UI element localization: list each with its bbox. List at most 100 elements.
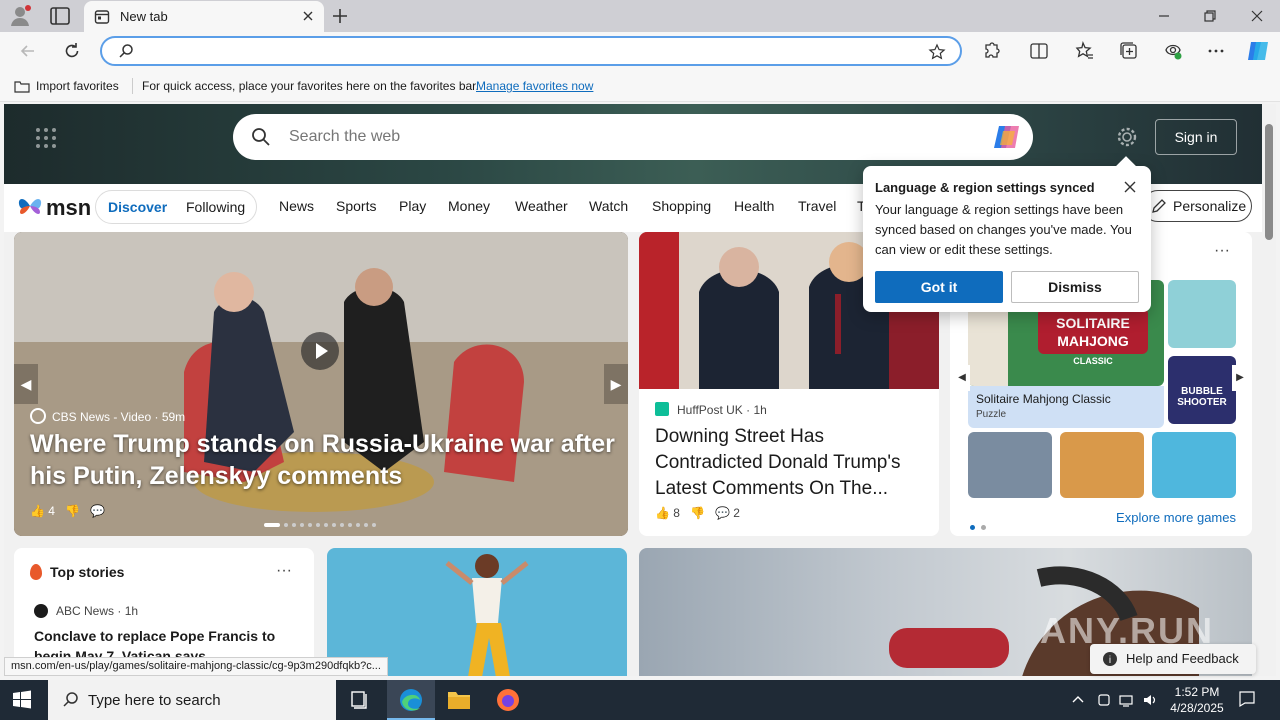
game-tile-wood[interactable] bbox=[1060, 432, 1144, 498]
restore-icon[interactable] bbox=[1200, 6, 1220, 26]
help-feedback-button[interactable]: i Help and Feedback bbox=[1090, 644, 1256, 674]
nav-sports[interactable]: Sports bbox=[336, 198, 376, 214]
copilot-icon[interactable] bbox=[991, 123, 1021, 151]
personalize-label: Personalize bbox=[1173, 198, 1247, 214]
dismiss-button[interactable]: Dismiss bbox=[1011, 271, 1139, 303]
personalize-button[interactable]: Personalize bbox=[1142, 190, 1252, 222]
tab-new-tab[interactable]: New tab bbox=[84, 1, 324, 32]
taskbar-clock[interactable]: 1:52 PM 4/28/2025 bbox=[1168, 684, 1226, 716]
msn-logo[interactable]: msn bbox=[16, 192, 91, 222]
close-tab-icon[interactable] bbox=[300, 8, 316, 24]
comment-button[interactable]: 💬 2 bbox=[715, 506, 740, 520]
next-slide-arrow[interactable]: ▶ bbox=[604, 364, 628, 404]
like-count: 4 bbox=[48, 504, 55, 518]
mahjong-subtitle: CLASSIC bbox=[1073, 356, 1113, 366]
volume-icon[interactable] bbox=[1142, 692, 1158, 708]
play-video-button[interactable] bbox=[301, 332, 339, 370]
collections-icon[interactable] bbox=[1118, 40, 1140, 62]
new-tab-icon[interactable] bbox=[330, 6, 350, 26]
network-icon[interactable] bbox=[1118, 692, 1134, 708]
got-it-button[interactable]: Got it bbox=[875, 271, 1003, 303]
show-hidden-icons[interactable] bbox=[1070, 692, 1086, 708]
comment-icon[interactable]: 💬 bbox=[90, 504, 105, 518]
hero-video-card[interactable]: ◀ ▶ CBS News - Video · 59m Where Trump s… bbox=[14, 232, 628, 536]
nav-money[interactable]: Money bbox=[448, 198, 490, 214]
nav-watch[interactable]: Watch bbox=[589, 198, 628, 214]
previous-slide-arrow[interactable]: ◀ bbox=[14, 364, 38, 404]
nav-shopping[interactable]: Shopping bbox=[652, 198, 711, 214]
more-options-icon[interactable]: ··· bbox=[276, 562, 292, 580]
notification-icon[interactable] bbox=[1238, 690, 1256, 708]
tab-following[interactable]: Following bbox=[186, 199, 245, 215]
settings-gear-icon[interactable] bbox=[1116, 126, 1138, 148]
game-tile-foot[interactable] bbox=[1152, 432, 1236, 498]
more-options-icon[interactable] bbox=[1205, 40, 1227, 62]
page-scrollbar[interactable] bbox=[1262, 104, 1276, 676]
favorites-icon[interactable] bbox=[1073, 40, 1095, 62]
like-button[interactable]: 👍 8 bbox=[655, 506, 680, 520]
browser-essentials-icon[interactable] bbox=[1162, 40, 1184, 62]
taskbar: Type here to search 1:52 PM 4/28/2025 bbox=[0, 680, 1280, 720]
favorites-bar: Import favorites For quick access, place… bbox=[0, 70, 1280, 102]
windows-start-icon[interactable] bbox=[12, 690, 32, 710]
file-explorer-button[interactable] bbox=[435, 680, 483, 720]
import-favorites-button[interactable]: Import favorites bbox=[14, 79, 119, 93]
tab-actions-icon[interactable] bbox=[48, 6, 72, 26]
split-screen-icon[interactable] bbox=[1028, 40, 1050, 62]
favorite-star-icon[interactable] bbox=[928, 43, 946, 61]
edge-taskbar-button[interactable] bbox=[387, 680, 435, 720]
web-search-box[interactable]: Search the web bbox=[233, 114, 1033, 160]
more-options-icon[interactable]: ··· bbox=[1214, 242, 1230, 260]
like-count: 8 bbox=[673, 506, 680, 520]
games-previous-arrow[interactable]: ◀ bbox=[954, 365, 970, 391]
nav-travel[interactable]: Travel bbox=[798, 198, 836, 214]
hero-headline[interactable]: Where Trump stands on Russia-Ukraine war… bbox=[30, 428, 620, 492]
dislike-icon[interactable]: 👎 bbox=[690, 506, 705, 520]
edge-icon bbox=[400, 689, 422, 711]
game-genre: Puzzle bbox=[976, 409, 1007, 420]
status-bar-url: msn.com/en-us/play/games/solitaire-mahjo… bbox=[4, 657, 388, 676]
task-view-button[interactable] bbox=[336, 680, 384, 720]
taskbar-search[interactable]: Type here to search bbox=[48, 680, 336, 720]
back-icon[interactable] bbox=[18, 41, 38, 61]
manage-favorites-link[interactable]: Manage favorites now bbox=[476, 79, 593, 93]
msn-wordmark: msn bbox=[46, 195, 92, 220]
close-icon[interactable] bbox=[1121, 178, 1139, 196]
top-stories-title: Top stories bbox=[50, 564, 125, 580]
device-icon[interactable] bbox=[1096, 692, 1112, 708]
explore-games-link[interactable]: Explore more games bbox=[1116, 510, 1236, 525]
taskbar-search-placeholder: Type here to search bbox=[88, 692, 221, 709]
news-headline[interactable]: Downing Street Has Contradicted Donald T… bbox=[655, 424, 925, 502]
refresh-icon[interactable] bbox=[62, 41, 82, 61]
nav-news[interactable]: News bbox=[279, 198, 314, 214]
tab-discover[interactable]: Discover bbox=[108, 199, 167, 215]
story-age: 1h bbox=[124, 604, 139, 618]
game-tile-mahjong-2[interactable] bbox=[968, 432, 1052, 498]
copilot-icon[interactable] bbox=[1245, 38, 1271, 64]
msn-butterfly-icon bbox=[18, 199, 42, 214]
close-window-icon[interactable] bbox=[1247, 6, 1267, 26]
sign-in-button[interactable]: Sign in bbox=[1155, 119, 1237, 155]
nav-health[interactable]: Health bbox=[734, 198, 774, 214]
scrollbar-thumb[interactable] bbox=[1265, 124, 1273, 240]
news-source: HuffPost UK · 1h bbox=[655, 402, 767, 417]
story-source: ABC News · 1h bbox=[34, 604, 138, 618]
game-tile-bubble-shooter[interactable]: BUBBLE SHOOTER bbox=[1168, 356, 1236, 424]
new-tab-page-icon bbox=[94, 10, 110, 24]
game-tile-doctor[interactable] bbox=[1168, 280, 1236, 348]
help-icon: i bbox=[1103, 652, 1117, 666]
games-next-arrow[interactable]: ▶ bbox=[1232, 365, 1248, 391]
search-icon bbox=[63, 692, 78, 707]
extensions-icon[interactable] bbox=[980, 40, 1002, 62]
address-bar[interactable] bbox=[100, 36, 962, 66]
nav-play[interactable]: Play bbox=[399, 198, 426, 214]
minimize-icon[interactable] bbox=[1154, 6, 1174, 26]
apps-grid-icon[interactable] bbox=[34, 126, 58, 150]
nav-weather[interactable]: Weather bbox=[515, 198, 568, 214]
like-button[interactable]: 👍 4 bbox=[30, 504, 55, 518]
firefox-button[interactable] bbox=[484, 680, 532, 720]
address-input[interactable] bbox=[142, 42, 902, 62]
dislike-icon[interactable]: 👎 bbox=[65, 504, 80, 518]
profile-icon[interactable] bbox=[8, 4, 32, 28]
game-caption[interactable]: Solitaire Mahjong Classic Puzzle bbox=[968, 386, 1164, 428]
